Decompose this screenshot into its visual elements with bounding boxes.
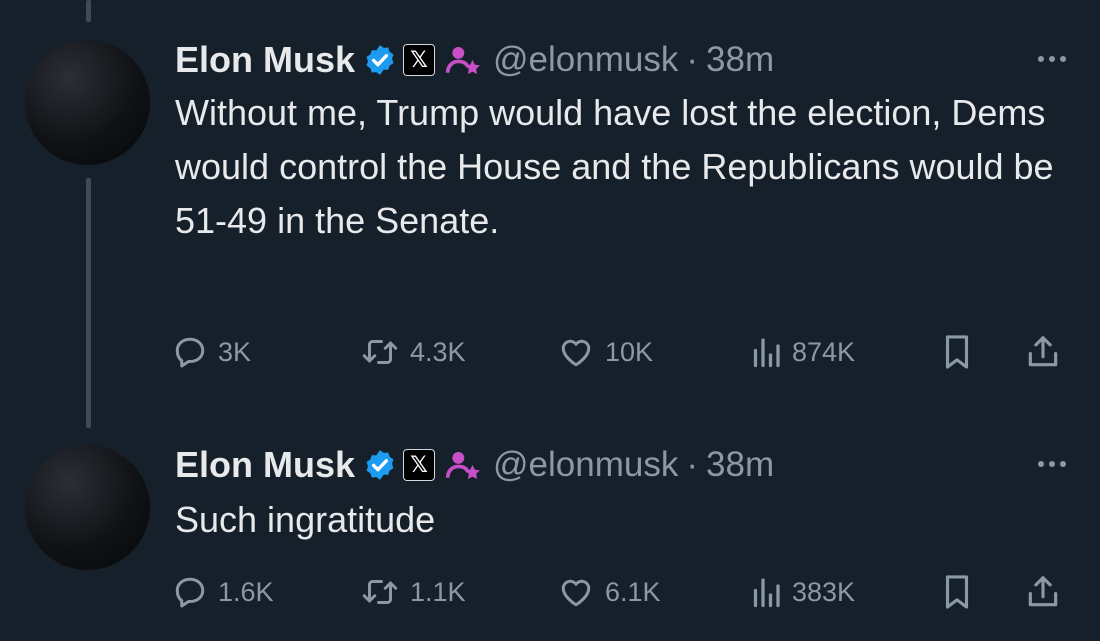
affiliate-icon — [445, 43, 483, 77]
more-options-icon[interactable] — [1032, 444, 1072, 484]
action-bar: 1.6K 1.1K 6.1K 383K — [172, 570, 1072, 614]
reply-icon — [175, 337, 205, 368]
heart-icon — [561, 579, 591, 607]
share-button[interactable] — [1024, 330, 1062, 374]
repost-button[interactable]: 1.1K — [360, 570, 466, 614]
author-name[interactable]: Elon Musk — [175, 444, 355, 486]
like-button[interactable]: 6.1K — [557, 570, 661, 614]
separator: · — [686, 40, 699, 79]
view-count: 874K — [792, 336, 856, 367]
share-icon — [1028, 336, 1058, 367]
x-affiliation-icon: 𝕏 — [403, 44, 436, 76]
separator: · — [686, 445, 699, 484]
x-affiliation-icon: 𝕏 — [403, 449, 436, 481]
bookmark-button[interactable] — [940, 330, 974, 374]
tweet-text: Such ingratitude — [175, 499, 436, 540]
heart-icon — [561, 339, 591, 367]
verified-badge-icon — [363, 43, 397, 77]
views-button[interactable]: 874K — [750, 330, 855, 374]
author-name[interactable]: Elon Musk — [175, 39, 355, 81]
author-handle[interactable]: @elonmusk — [493, 40, 678, 80]
verified-badge-icon — [363, 448, 397, 482]
tweet[interactable]: Elon Musk 𝕏 @elonmusk · 38m Such ingrati… — [0, 440, 1100, 640]
share-icon — [1028, 576, 1058, 607]
tweet-header: Elon Musk 𝕏 @elonmusk · 38m — [175, 440, 774, 490]
like-count: 10K — [605, 336, 654, 367]
author-handle[interactable]: @elonmusk — [493, 445, 678, 485]
bookmark-icon — [945, 575, 969, 609]
reply-count: 3K — [218, 336, 252, 367]
repost-count: 1.1K — [410, 576, 466, 607]
reply-count: 1.6K — [218, 576, 274, 607]
tweet[interactable]: Elon Musk 𝕏 @elonmusk · 38m Without me, … — [0, 35, 1100, 375]
timestamp[interactable]: 38m — [706, 40, 774, 80]
timestamp[interactable]: 38m — [706, 445, 774, 485]
avatar[interactable] — [25, 40, 150, 165]
reply-button[interactable]: 3K — [172, 330, 251, 374]
analytics-icon — [753, 338, 780, 368]
share-button[interactable] — [1024, 570, 1062, 614]
repost-icon — [362, 580, 398, 604]
thread-line-top — [86, 0, 91, 22]
repost-count: 4.3K — [410, 336, 466, 367]
tweet-text: Without me, Trump would have lost the el… — [175, 92, 1054, 241]
repost-button[interactable]: 4.3K — [360, 330, 466, 374]
like-button[interactable]: 10K — [557, 330, 653, 374]
views-button[interactable]: 383K — [750, 570, 855, 614]
more-options-icon[interactable] — [1032, 39, 1072, 79]
avatar[interactable] — [25, 445, 150, 570]
tweet-header: Elon Musk 𝕏 @elonmusk · 38m — [175, 35, 774, 85]
bookmark-button[interactable] — [940, 570, 974, 614]
action-bar: 3K 4.3K 10K 874K — [172, 330, 1072, 374]
view-count: 383K — [792, 576, 856, 607]
repost-icon — [362, 340, 398, 364]
analytics-icon — [753, 578, 780, 608]
bookmark-icon — [945, 335, 969, 369]
reply-icon — [175, 577, 205, 608]
affiliate-icon — [445, 448, 483, 482]
reply-button[interactable]: 1.6K — [172, 570, 274, 614]
like-count: 6.1K — [605, 576, 661, 607]
